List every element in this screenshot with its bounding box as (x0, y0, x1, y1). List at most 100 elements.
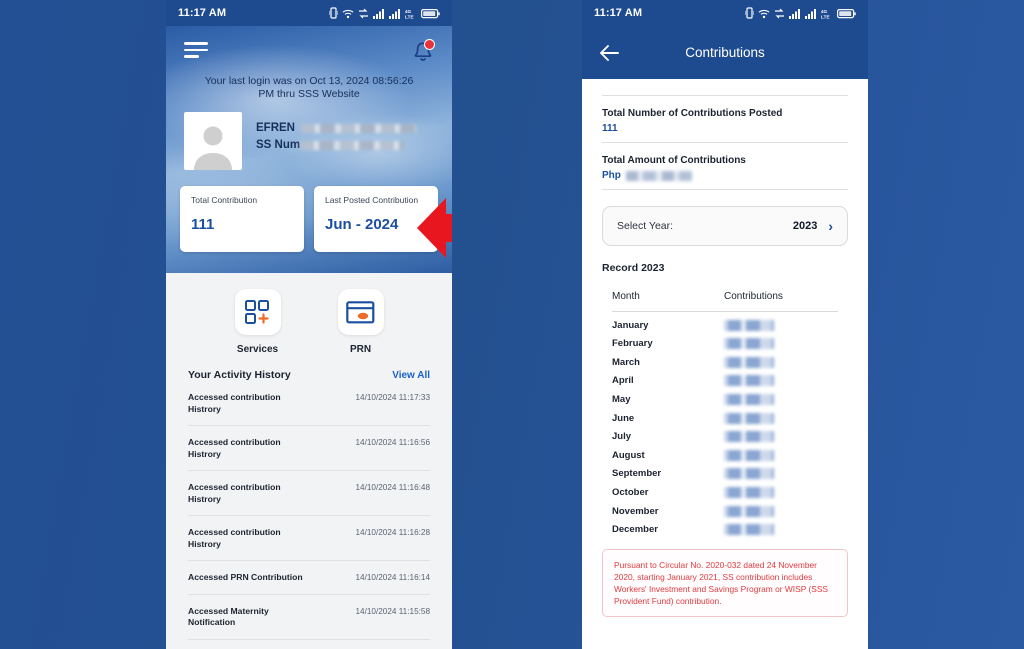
left-body: Services PRN Your Activity History View … (166, 273, 452, 649)
month-contribution-redacted (724, 505, 774, 517)
svg-text:LTE: LTE (405, 14, 414, 19)
month-contribution-redacted (724, 356, 774, 368)
status-time: 11:17 AM (594, 7, 643, 19)
wisp-notice: Pursuant to Circular No. 2020-032 dated … (602, 549, 848, 618)
svg-text:4G: 4G (405, 9, 412, 14)
month-name: October (612, 486, 649, 498)
total-number-value: 111 (602, 123, 618, 134)
svg-text:LTE: LTE (821, 14, 830, 19)
user-avatar-placeholder-icon (194, 126, 232, 170)
total-number-block: Total Number of Contributions Posted 111 (602, 96, 848, 142)
table-row: January (612, 312, 838, 331)
hamburger-line (184, 55, 199, 58)
activity-list-item[interactable]: Accessed Maternity Notification 14/10/202… (188, 595, 430, 640)
page-title: Contributions (685, 45, 765, 60)
month-name: May (612, 393, 631, 405)
profile-ssnum-redacted (300, 140, 405, 150)
bell-icon[interactable] (412, 39, 435, 64)
back-arrow-icon[interactable] (598, 42, 620, 64)
activity-item-name: Accessed contribution Histrory (188, 437, 281, 459)
wifi-icon (758, 9, 770, 18)
profile-row: EFREN SS Num (166, 101, 452, 170)
activity-item-name: Accessed contribution Histrory (188, 527, 281, 549)
vibrate-icon (329, 7, 338, 19)
battery-icon (837, 8, 856, 18)
select-year-dropdown[interactable]: Select Year: 2023 › (602, 206, 848, 246)
total-amount-block: Total Amount of Contributions Php (602, 143, 848, 189)
quick-action-prn[interactable]: PRN (337, 289, 384, 355)
profile-name-redacted (300, 123, 416, 133)
hamburger-line (184, 42, 208, 45)
profile-name-line: EFREN (256, 122, 416, 134)
month-name: January (612, 319, 649, 331)
table-row: April (612, 368, 838, 387)
profile-name: EFREN (256, 122, 295, 134)
last-posted-value-row: Jun - 2024 › (325, 216, 427, 233)
total-contribution-card[interactable]: Total Contribution 111 (180, 186, 304, 252)
activity-header: Your Activity History View All (166, 355, 452, 381)
table-row: March (612, 349, 838, 368)
avatar (184, 112, 242, 170)
activity-list-item[interactable]: Accessed contribution Histrory 14/10/2024… (188, 381, 430, 426)
table-row: May (612, 386, 838, 405)
last-posted-contribution-card[interactable]: Last Posted Contribution Jun - 2024 › (314, 186, 438, 252)
services-icon-tile (234, 289, 281, 335)
chevron-right-icon[interactable]: › (423, 218, 427, 232)
activity-list-item[interactable]: Accessed PRN Contribution 14/10/2024 11:1… (188, 561, 430, 595)
table-row: August (612, 442, 838, 461)
profile-text: EFREN SS Num (256, 112, 416, 156)
activity-item-name: Accessed contribution Histrory (188, 482, 281, 504)
activity-list-item[interactable]: Accessed contribution Histrory 14/10/2024… (188, 471, 430, 516)
table-row: November (612, 498, 838, 517)
activity-item-time: 14/10/2024 11:16:56 (355, 438, 430, 447)
vibrate-icon (745, 7, 754, 19)
total-amount-value-row: Php (602, 170, 848, 181)
status-time: 11:17 AM (178, 7, 227, 19)
services-grid-plus-icon (245, 299, 269, 324)
quick-action-services[interactable]: Services (234, 289, 281, 355)
last-posted-value: Jun - 2024 (325, 216, 399, 233)
table-header: Month Contributions (612, 291, 838, 312)
table-row: December (612, 517, 838, 536)
month-name: March (612, 356, 640, 368)
activity-item-time: 14/10/2024 11:17:33 (355, 393, 430, 402)
activity-list: Accessed contribution Histrory 14/10/2024… (166, 381, 452, 640)
profile-ssnum-line: SS Num (256, 139, 416, 151)
table-row: June (612, 405, 838, 424)
month-name: December (612, 524, 658, 536)
total-amount-redacted (625, 170, 692, 181)
total-contribution-value-row: 111 (191, 216, 293, 233)
month-contribution-redacted (724, 524, 774, 536)
total-contribution-label: Total Contribution (191, 195, 258, 205)
wifi-icon (342, 9, 354, 18)
summary-cards-row: Total Contribution 111 Last Posted Contr… (166, 170, 452, 252)
activity-item-time: 14/10/2024 11:15:58 (355, 606, 430, 616)
total-contribution-value: 111 (191, 216, 215, 233)
activity-item-time: 14/10/2024 11:16:28 (355, 528, 430, 537)
right-header-bar: Contributions (582, 26, 868, 79)
record-year-title: Record 2023 (602, 262, 665, 274)
select-year-value: 2023 (792, 220, 818, 232)
last-login-note: Your last login was on Oct 13, 2024 08:5… (204, 75, 414, 100)
chevron-right-icon[interactable]: › (828, 219, 833, 233)
last-posted-label: Last Posted Contribution (325, 195, 419, 205)
month-contribution-redacted (724, 319, 774, 331)
hamburger-menu-icon[interactable] (184, 42, 208, 62)
signal-bars-icon (373, 8, 384, 19)
month-name: November (612, 505, 659, 517)
table-row: July (612, 424, 838, 443)
activity-list-item[interactable]: Accessed contribution Histrory 14/10/2024… (188, 516, 430, 561)
activity-title: Your Activity History (188, 369, 291, 381)
page-background (0, 0, 1024, 649)
total-number-value-row: 111 (602, 123, 848, 134)
view-all-link[interactable]: View All (392, 370, 430, 381)
quick-action-prn-label: PRN (349, 344, 372, 355)
prn-icon-tile (337, 289, 384, 335)
battery-icon (421, 8, 440, 18)
activity-list-item[interactable]: Accessed contribution Histrory 14/10/2024… (188, 426, 430, 471)
month-contribution-redacted (724, 393, 774, 405)
month-contribution-redacted (724, 468, 774, 480)
network-sync-icon (775, 8, 784, 18)
left-topbar (166, 26, 452, 64)
contributions-table: Month Contributions January February March… (602, 291, 848, 536)
